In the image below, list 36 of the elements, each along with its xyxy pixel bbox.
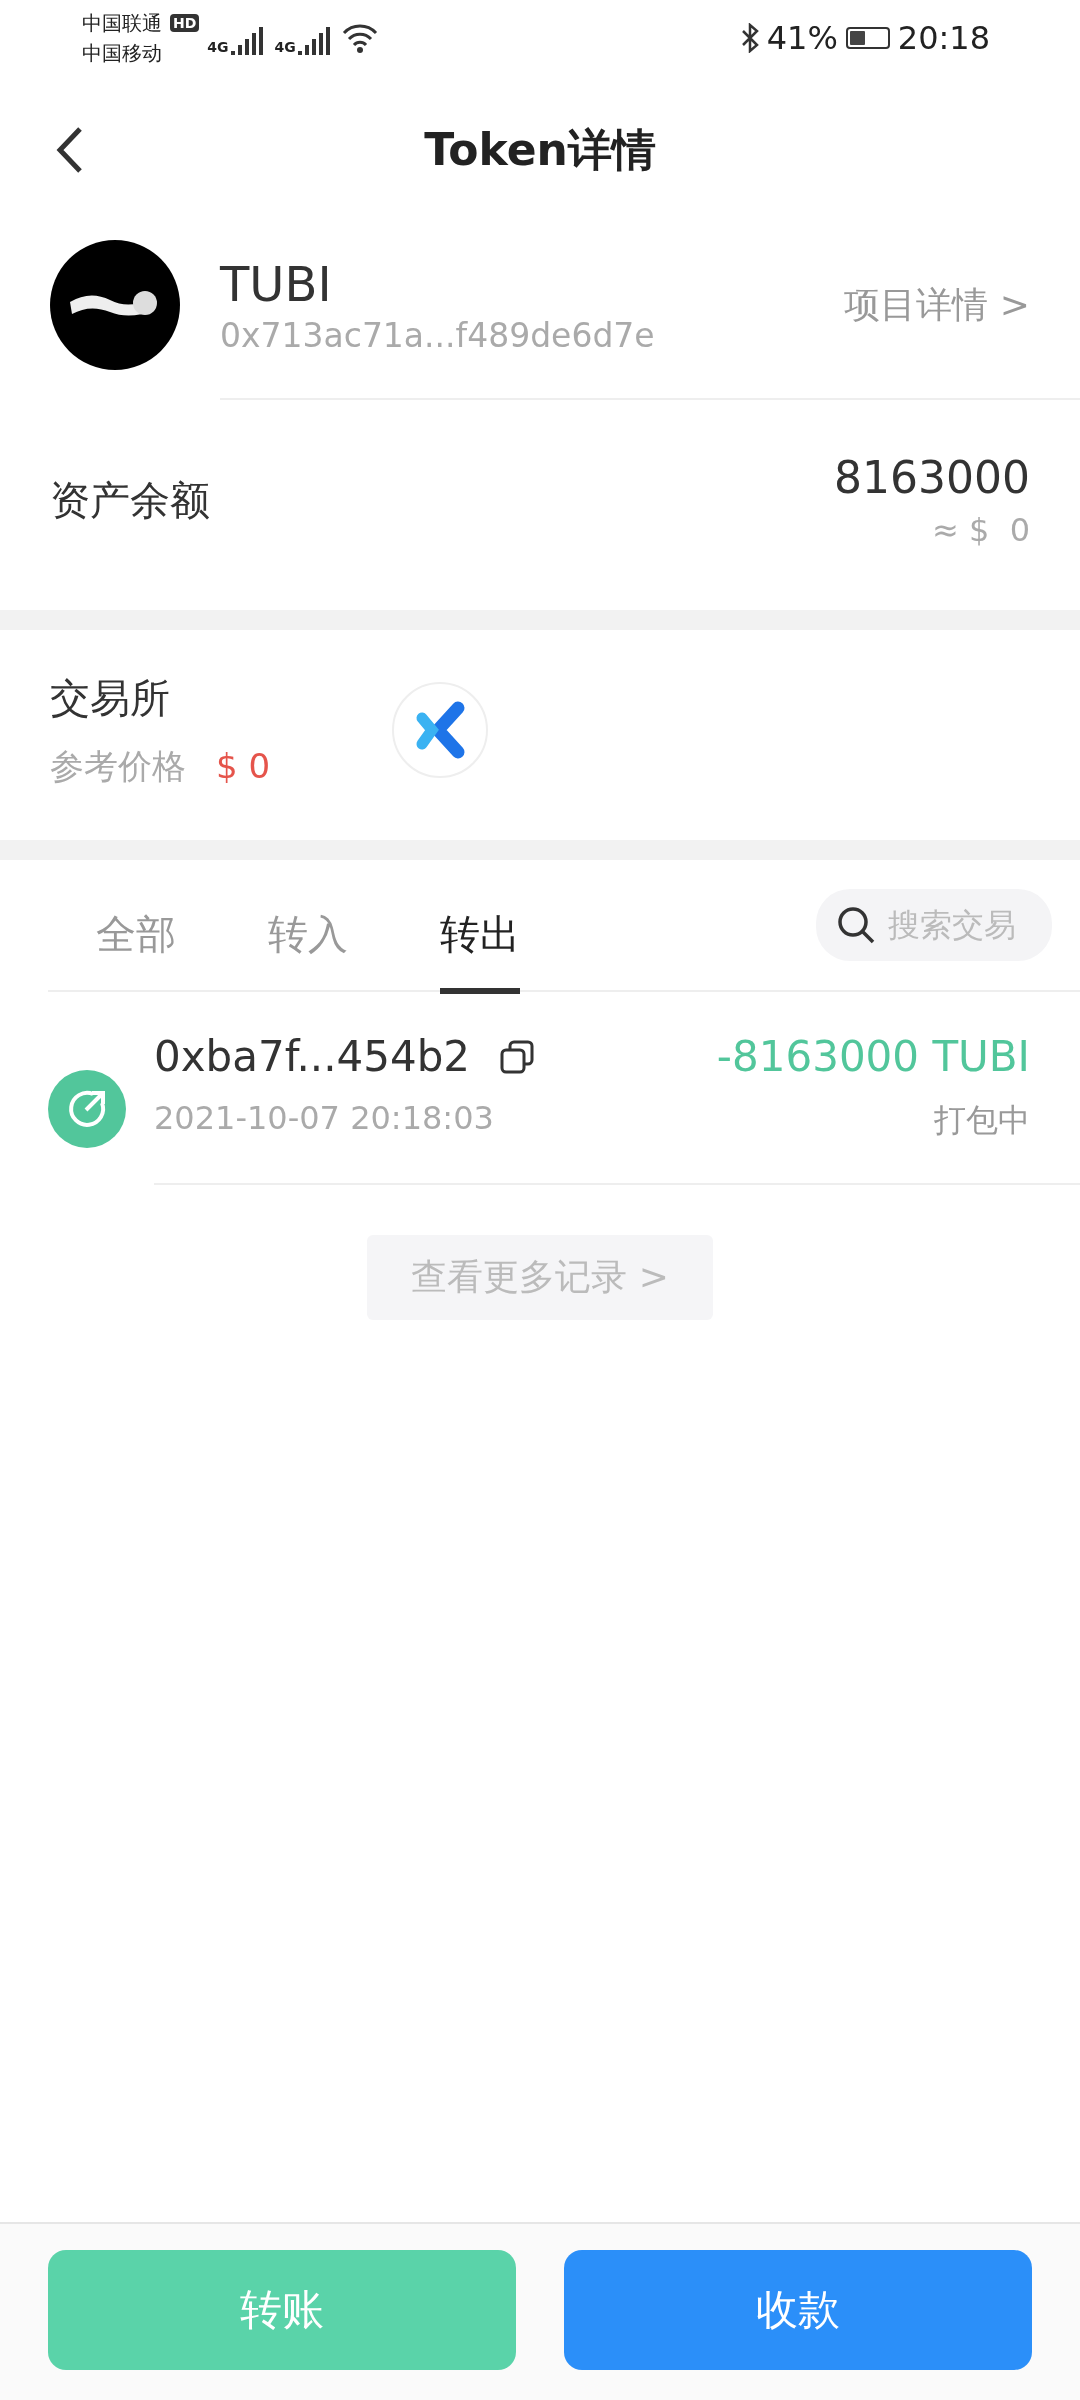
exchange-logo[interactable] [392, 682, 489, 778]
more-records-button[interactable]: 查看更多记录 > [367, 1235, 713, 1320]
wifi-icon [341, 22, 378, 53]
filter-tab[interactable]: 转出 [440, 876, 520, 994]
balance-amount: 8163000 [834, 451, 1030, 503]
exchange-label: 交易所 [50, 673, 170, 723]
network-label: 4G [207, 38, 229, 55]
network-label: 4G [274, 38, 296, 55]
carrier-name: 中国联通 [82, 9, 162, 37]
battery-percentage: 41% [766, 18, 838, 57]
token-name: TUBI [220, 255, 333, 312]
bluetooth-icon [740, 22, 759, 53]
transaction-hash: 0xba7f...454b2 [154, 1032, 471, 1081]
filter-tab[interactable]: 全部 [96, 876, 176, 994]
search-icon [836, 905, 876, 945]
outgoing-icon [48, 1069, 126, 1148]
page-title: Token详情 [424, 122, 656, 177]
fiat-value: ≈ $ 0 [931, 510, 1030, 549]
transaction-amount: -8163000 TUBI [716, 1032, 1030, 1081]
hd-badge: HD [170, 13, 200, 32]
reference-price: $ 0 [216, 745, 271, 786]
transaction-status: 打包中 [934, 1100, 1030, 1141]
transaction-time: 2021-10-07 20:18:03 [154, 1099, 494, 1137]
balance-label: 资产余额 [50, 475, 210, 525]
back-icon[interactable] [54, 125, 84, 175]
receive-button[interactable]: 收款 [564, 2250, 1032, 2370]
search-field[interactable]: 搜索交易 [816, 889, 1052, 961]
battery-icon [845, 26, 890, 49]
price-label: 参考价格 [50, 745, 186, 786]
copy-icon[interactable] [500, 1039, 535, 1074]
clock-time: 20:18 [897, 18, 990, 57]
project-details-link[interactable]: 项目详情 > [844, 280, 1030, 330]
transfer-button[interactable]: 转账 [48, 2250, 516, 2370]
token-address: 0x713ac71a...f489de6d7e [220, 315, 656, 355]
carrier-name: 中国移动 [82, 39, 162, 67]
filter-tab[interactable]: 转入 [268, 876, 348, 994]
